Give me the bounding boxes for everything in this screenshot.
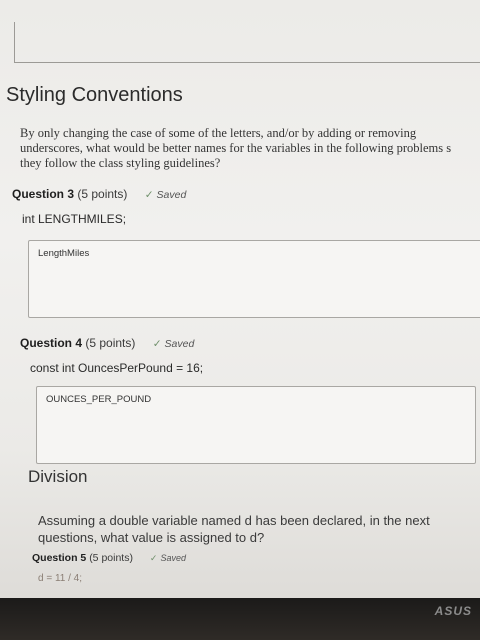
monitor-bezel [0, 598, 480, 640]
question-4-header: Question 4 (5 points) ✓ Saved [20, 336, 194, 350]
question-4-text: const int OuncesPerPound = 16; [30, 361, 204, 375]
division-instructions: Assuming a double variable named d has b… [38, 512, 478, 546]
question-points: (5 points) [77, 187, 128, 201]
question-5-header: Question 5 (5 points) ✓ Saved [32, 552, 186, 564]
instructions-line: Assuming a double variable named d has b… [38, 513, 430, 528]
question-points: (5 points) [85, 336, 136, 350]
instructions-line: questions, what value is assigned to d? [38, 530, 265, 545]
section-instructions: By only changing the case of some of the… [20, 126, 480, 171]
question-3-answer-input[interactable]: LengthMiles [28, 240, 480, 318]
check-icon: ✓ [152, 338, 162, 350]
question-4-answer-input[interactable]: OUNCES_PER_POUND [36, 386, 476, 464]
instructions-line: they follow the class styling guidelines… [20, 156, 221, 170]
question-label: Question 4 [20, 336, 83, 350]
instructions-line: underscores, what would be better names … [20, 141, 452, 155]
check-icon: ✓ [144, 189, 154, 201]
section-title: Styling Conventions [6, 84, 183, 106]
saved-label: Saved [156, 189, 187, 201]
browser-viewport: Styling Conventions By only changing the… [0, 0, 480, 598]
saved-status: ✓ Saved [153, 338, 195, 350]
question-3-text: int LENGTHMILES; [22, 212, 127, 226]
saved-label: Saved [164, 338, 195, 350]
instructions-line: By only changing the case of some of the… [20, 126, 417, 140]
monitor-brand-logo: ASUS [434, 604, 472, 618]
saved-status: ✓ Saved [145, 189, 187, 201]
previous-answer-box[interactable] [14, 22, 480, 63]
saved-status: ✓ Saved [150, 553, 186, 563]
saved-label: Saved [160, 553, 186, 563]
check-icon: ✓ [149, 553, 158, 563]
question-points: (5 points) [89, 552, 133, 564]
question-label: Question 5 [32, 552, 87, 564]
question-3-header: Question 3 (5 points) ✓ Saved [12, 187, 186, 201]
question-5-text: d = 11 / 4; [38, 573, 83, 584]
division-heading: Division [28, 467, 88, 486]
question-label: Question 3 [12, 187, 75, 201]
